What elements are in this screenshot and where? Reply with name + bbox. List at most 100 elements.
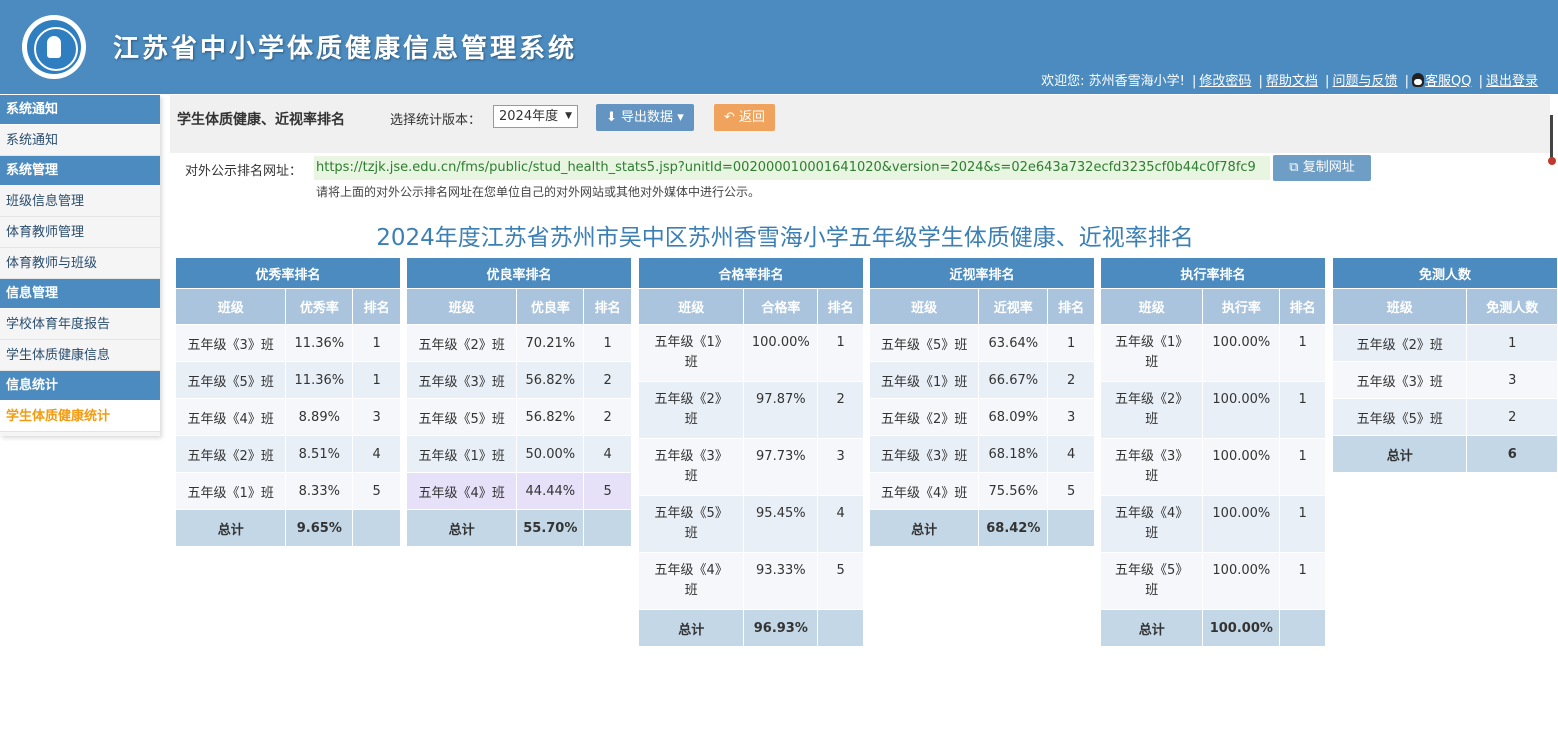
rank-cell: 5 <box>1047 472 1095 510</box>
rank-cell: 4 <box>1047 435 1095 473</box>
total-row: 总计 55.70% <box>405 509 632 547</box>
rank-cell: 2 <box>583 361 632 399</box>
rate-cell: 93.33% <box>743 552 819 610</box>
class-name: 五年级《3》 班 <box>654 449 728 484</box>
table-row: 五年级《5》 班 100.00% 1 <box>1099 552 1326 610</box>
class-cell: 五年级《3》班 <box>174 324 287 362</box>
back-button-label: 返回 <box>739 110 766 125</box>
rank-cell: 4 <box>352 435 401 473</box>
total-label: 总计 <box>1331 435 1468 473</box>
sidebar-item-teacher-management[interactable]: 体育教师管理 <box>0 217 160 248</box>
export-button[interactable]: ⬇ 导出数据 ▾ <box>596 104 694 131</box>
rank-cell: 1 <box>352 361 401 399</box>
sidebar-item-annual-report[interactable]: 学校体育年度报告 <box>0 309 160 340</box>
total-row: 总计 68.42% <box>868 509 1095 547</box>
table-row: 五年级《5》班 11.36% 1 <box>174 361 401 399</box>
class-cell: 五年级《1》 班 <box>637 324 745 382</box>
total-label: 总计 <box>174 509 287 547</box>
rank-cell: 5 <box>583 472 632 510</box>
rate-cell: 97.87% <box>743 381 819 439</box>
excellent-rate-table: 优秀率排名 班级 优秀率 排名 五年级《3》班 11.36% 1 五年级《5》班 11… <box>174 257 401 547</box>
total-rank <box>583 509 632 547</box>
sidebar-item-health-info[interactable]: 学生体质健康信息 <box>0 340 160 371</box>
feedback-link[interactable]: 问题与反馈 <box>1332 74 1397 89</box>
rate-cell: 70.21% <box>516 324 585 362</box>
total-rank <box>1047 509 1095 547</box>
class-cell: 五年级《2》班 <box>1331 324 1468 362</box>
column-header: 排名 <box>1047 288 1095 325</box>
rank-cell: 1 <box>1279 495 1326 553</box>
class-cell: 五年级《3》班 <box>1331 361 1468 399</box>
column-header: 班级 <box>868 288 980 325</box>
total-rank <box>352 509 401 547</box>
rank-cell: 3 <box>1047 398 1095 436</box>
class-name: 五年级《2》 班 <box>1115 392 1189 427</box>
copy-url-button[interactable]: ⧉ 复制网址 <box>1273 155 1371 181</box>
good-rate-table: 优良率排名 班级 优良率 排名 五年级《2》班 70.21% 1 五年级《3》班 56… <box>405 257 632 547</box>
total-label: 总计 <box>637 609 745 647</box>
qq-icon <box>1411 73 1424 87</box>
table-row: 五年级《2》班 68.09% 3 <box>868 398 1095 436</box>
table-row: 五年级《4》 班 100.00% 1 <box>1099 495 1326 553</box>
total-row: 总计 100.00% <box>1099 609 1326 647</box>
version-select[interactable]: 2024年度 ▼ <box>493 105 578 128</box>
myopia-rate-table: 近视率排名 班级 近视率 排名 五年级《5》班 63.64% 1 五年级《1》班 66… <box>868 257 1095 547</box>
table-row: 五年级《3》 班 100.00% 1 <box>1099 438 1326 496</box>
column-header: 班级 <box>174 288 287 325</box>
logo-icon <box>22 15 86 79</box>
class-cell: 五年级《2》 班 <box>637 381 745 439</box>
table-row: 五年级《3》班 68.18% 4 <box>868 435 1095 473</box>
table-row: 五年级《5》 班 95.45% 4 <box>637 495 864 553</box>
column-header: 免测人数 <box>1466 288 1558 325</box>
logout-link[interactable]: 退出登录 <box>1486 74 1538 89</box>
copy-icon: ⧉ <box>1289 160 1299 175</box>
class-cell: 五年级《4》 班 <box>637 552 745 610</box>
sidebar-group-stats[interactable]: 信息统计 <box>0 371 160 401</box>
change-password-link[interactable]: 修改密码 <box>1199 74 1251 89</box>
class-cell: 五年级《4》班 <box>868 472 980 510</box>
sidebar-item-health-stats[interactable]: 学生体质健康统计 <box>0 401 160 432</box>
column-header: 排名 <box>817 288 864 325</box>
rate-cell: 100.00% <box>1202 552 1281 610</box>
help-docs-link[interactable]: 帮助文档 <box>1266 74 1318 89</box>
table-row: 五年级《2》 班 97.87% 2 <box>637 381 864 439</box>
class-cell: 五年级《3》 班 <box>1099 438 1204 496</box>
table-row: 五年级《5》班 56.82% 2 <box>405 398 632 436</box>
table-row: 五年级《4》班 8.89% 3 <box>174 398 401 436</box>
column-header: 班级 <box>405 288 518 325</box>
public-url-field[interactable]: https://tzjk.jse.edu.cn/fms/public/stud_… <box>314 156 1270 180</box>
sidebar-item-class-management[interactable]: 班级信息管理 <box>0 186 160 217</box>
undo-icon: ↶ <box>724 110 735 125</box>
qq-link[interactable]: 客服QQ <box>1425 74 1471 89</box>
sidebar-item-system-notice[interactable]: 系统通知 <box>0 125 160 156</box>
execution-rate-table: 执行率排名 班级 执行率 排名 五年级《1》 班 100.00% 1 五年级《2》 … <box>1099 257 1326 647</box>
table-row: 五年级《1》 班 100.00% 1 <box>1099 324 1326 382</box>
column-header: 近视率 <box>978 288 1049 325</box>
caret-down-icon: ▾ <box>677 110 684 125</box>
column-header: 班级 <box>637 288 745 325</box>
rank-cell: 1 <box>1279 438 1326 496</box>
table-row: 五年级《2》班 1 <box>1331 324 1558 362</box>
class-cell: 五年级《1》班 <box>174 472 287 510</box>
sidebar-group-info[interactable]: 信息管理 <box>0 279 160 309</box>
rate-cell: 44.44% <box>516 472 585 510</box>
total-label: 总计 <box>1099 609 1204 647</box>
class-name: 五年级《2》 班 <box>654 392 728 427</box>
column-header: 执行率 <box>1202 288 1281 325</box>
count-cell: 1 <box>1466 324 1558 362</box>
class-name: 五年级《1》 班 <box>654 335 728 370</box>
rate-cell: 8.89% <box>285 398 354 436</box>
table-row: 五年级《3》 班 97.73% 3 <box>637 438 864 496</box>
table-row: 五年级《1》班 50.00% 4 <box>405 435 632 473</box>
class-cell: 五年级《5》班 <box>1331 398 1468 436</box>
sidebar-group-notice[interactable]: 系统通知 <box>0 95 160 125</box>
sidebar-item-teacher-class[interactable]: 体育教师与班级 <box>0 248 160 279</box>
total-value: 55.70% <box>516 509 585 547</box>
sidebar-group-system[interactable]: 系统管理 <box>0 156 160 186</box>
pass-rate-table: 合格率排名 班级 合格率 排名 五年级《1》 班 100.00% 1 五年级《2》 … <box>637 257 864 647</box>
rank-cell: 3 <box>352 398 401 436</box>
user-bar: 欢迎您: 苏州香雪海小学! | 修改密码 | 帮助文档 | 问题与反馈 | 客服QQ |… <box>1041 73 1538 89</box>
back-button[interactable]: ↶ 返回 <box>714 104 776 131</box>
total-label: 总计 <box>405 509 518 547</box>
class-name: 五年级《1》 班 <box>1115 335 1189 370</box>
